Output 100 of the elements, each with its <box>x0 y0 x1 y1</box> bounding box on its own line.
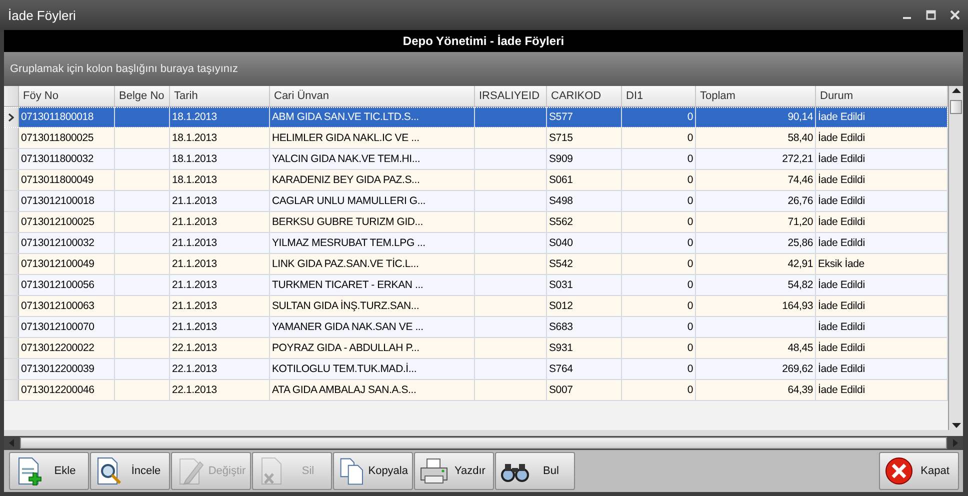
table-cell: 0713012100070 <box>21 321 94 333</box>
column-header[interactable]: DI1 <box>622 86 696 106</box>
scroll-down-icon[interactable] <box>950 420 962 430</box>
table-cell: 26,76 <box>788 195 813 207</box>
table-cell: 0 <box>687 195 693 207</box>
table-cell: S715 <box>549 132 573 144</box>
table-cell: 90,14 <box>788 111 813 123</box>
table-cell: SULTAN GIDA İNŞ.TURZ.SAN... <box>272 300 420 312</box>
table-cell: 25,86 <box>788 237 813 249</box>
table-cell: 0713012200022 <box>21 342 94 354</box>
table-cell: 0 <box>687 300 693 312</box>
table-cell: 71,20 <box>788 216 813 228</box>
table-cell: LINK GIDA PAZ.SAN.VE TİC.L... <box>272 258 419 270</box>
table-cell: İade Edildi <box>818 111 865 123</box>
table-cell: YILMAZ MESRUBAT TEM.LPG ... <box>272 237 426 249</box>
table-cell: S931 <box>549 342 573 354</box>
table-cell: S061 <box>549 174 573 186</box>
close-icon[interactable] <box>950 10 960 20</box>
table-cell: 21.1.2013 <box>172 237 217 249</box>
table-cell: 0713011800025 <box>21 132 94 144</box>
table-cell: İade Edildi <box>818 237 865 249</box>
table-cell: S031 <box>549 279 573 291</box>
toolbar-button[interactable]: Yazdır <box>414 452 494 490</box>
scrollbar-thumb[interactable] <box>950 100 962 114</box>
table-cell: 48,45 <box>788 342 813 354</box>
toolbar-button[interactable]: Bul <box>495 452 575 490</box>
table-cell: 18.1.2013 <box>172 174 217 186</box>
table-cell: 22.1.2013 <box>172 342 217 354</box>
table-cell: 0 <box>687 216 693 228</box>
table-cell: 0 <box>687 237 693 249</box>
table-cell: S012 <box>549 300 573 312</box>
table-cell: İade Edildi <box>818 132 865 144</box>
table-cell: İade Edildi <box>818 279 865 291</box>
table-cell: S498 <box>549 195 573 207</box>
table-cell: 0 <box>687 132 693 144</box>
table-cell: 42,91 <box>788 258 813 270</box>
table-cell: 54,82 <box>788 279 813 291</box>
table-cell: İade Edildi <box>818 321 865 333</box>
table-cell: 0 <box>687 279 693 291</box>
column-header[interactable]: Cari Ünvan <box>270 86 475 106</box>
close-button[interactable]: Kapat <box>879 452 959 490</box>
table-cell: 0 <box>687 321 693 333</box>
table-cell: S683 <box>549 321 573 333</box>
table-cell: İade Edildi <box>818 216 865 228</box>
printer-icon <box>419 456 449 486</box>
table-cell: 21.1.2013 <box>172 195 217 207</box>
column-header[interactable]: Belge No <box>115 86 170 106</box>
header-title: Depo Yönetimi - İade Föyleri <box>402 34 564 48</box>
table-cell: S577 <box>549 111 573 123</box>
table-cell: 22.1.2013 <box>172 363 217 375</box>
table-cell: 21.1.2013 <box>172 300 217 312</box>
column-header[interactable]: Tarih <box>170 86 270 106</box>
column-header[interactable]: Föy No <box>19 86 115 106</box>
table-cell: S764 <box>549 363 573 375</box>
table-cell: KARADENIZ BEY GIDA PAZ.S... <box>272 174 420 186</box>
column-header[interactable]: CARIKOD <box>547 86 622 106</box>
table-cell: 0 <box>687 153 693 165</box>
table-cell: İade Edildi <box>818 300 865 312</box>
table-cell: 0713011800049 <box>21 174 94 186</box>
table-cell: 0713012100018 <box>21 195 94 207</box>
table-cell: BERKSU GUBRE TURIZM GID... <box>272 216 423 228</box>
toolbar-button[interactable]: Kopyala <box>333 452 413 490</box>
table-cell: 269,62 <box>782 363 813 375</box>
table-cell: 18.1.2013 <box>172 153 217 165</box>
table-cell: 0 <box>687 111 693 123</box>
table-cell: 0713012100063 <box>21 300 94 312</box>
column-header[interactable]: IRSALIYEID <box>475 86 547 106</box>
table-cell: 18.1.2013 <box>172 111 217 123</box>
table-cell: 164,93 <box>782 300 813 312</box>
toolbar-button[interactable]: İncele <box>90 452 170 490</box>
table-cell: S562 <box>549 216 573 228</box>
close-icon <box>884 456 914 486</box>
row-indicator[interactable] <box>4 107 19 127</box>
table-cell: 0713011800032 <box>21 153 94 165</box>
table-cell: TURKMEN TICARET - ERKAN ... <box>272 279 424 291</box>
table-cell: İade Edildi <box>818 363 865 375</box>
table-cell: İade Edildi <box>818 153 865 165</box>
table-cell: ABM GIDA SAN.VE TIC.LTD.S... <box>272 111 419 123</box>
table-cell: 21.1.2013 <box>172 279 217 291</box>
table-cell: 0 <box>687 342 693 354</box>
table-cell: 0713012100025 <box>21 216 94 228</box>
table-cell: YAMANER GIDA NAK.SAN VE ... <box>272 321 424 333</box>
table-cell: 21.1.2013 <box>172 258 217 270</box>
table-cell: KOTILOGLU TEM.TUK.MAD.İ... <box>272 363 417 375</box>
row-pointer-icon <box>8 112 14 122</box>
table-cell: İade Edildi <box>818 384 865 396</box>
table-cell: 21.1.2013 <box>172 321 217 333</box>
group-hint: Gruplamak için kolon başlığını buraya taşıyınız <box>10 63 238 75</box>
table-cell: 21.1.2013 <box>172 216 217 228</box>
toolbar-button[interactable]: Ekle <box>9 452 89 490</box>
scrollbar-thumb[interactable] <box>20 437 947 449</box>
maximize-icon[interactable] <box>926 10 936 20</box>
column-header[interactable]: Toplam <box>696 86 816 106</box>
table-cell: 0 <box>687 174 693 186</box>
table-cell: 0713012200046 <box>21 384 94 396</box>
table-cell: 0 <box>687 258 693 270</box>
table-cell: 0713011800018 <box>21 111 94 123</box>
table-cell: 0713012100056 <box>21 279 94 291</box>
table-cell: YALCIN GIDA NAK.VE TEM.HI... <box>272 153 420 165</box>
table-cell: 58,40 <box>788 132 813 144</box>
